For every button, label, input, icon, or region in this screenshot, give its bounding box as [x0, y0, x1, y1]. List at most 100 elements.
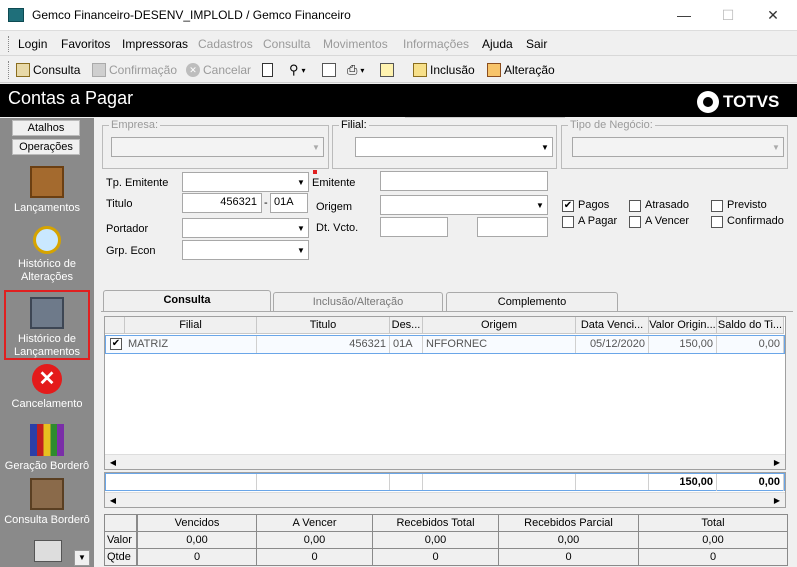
sidebar: Atalhos Operações Lançamentos Histórico …: [0, 118, 94, 567]
cancelar-label: Cancelar: [203, 63, 252, 77]
origem-select[interactable]: ▼: [380, 195, 548, 215]
cell-filial: MATRIZ: [125, 336, 257, 353]
scroll-right-icon[interactable]: ▶: [770, 456, 784, 469]
summary-qtde-total: 0: [638, 548, 788, 566]
chevron-down-icon: ▼: [536, 200, 544, 210]
new-document-button[interactable]: [262, 61, 273, 79]
summary-qtde-vencidos: 0: [137, 548, 257, 566]
minimize-button[interactable]: —: [670, 5, 698, 25]
col-valor-original[interactable]: Valor Origin...: [649, 317, 717, 334]
table-row[interactable]: ✔ MATRIZ 456321 01A NFFORNEC 05/12/2020 …: [105, 335, 785, 354]
summary-header-vencidos: Vencidos: [137, 514, 257, 532]
scroll-left-icon[interactable]: ◀: [106, 494, 120, 507]
scroll-left-icon[interactable]: ◀: [106, 456, 120, 469]
empresa-select[interactable]: ▼: [111, 137, 324, 157]
print-preview-button[interactable]: [380, 61, 394, 79]
totals-grid: 150,00 0,00 ◀ ▶: [104, 472, 786, 508]
tp-emitente-select[interactable]: ▼: [182, 172, 309, 192]
copy-button[interactable]: [322, 61, 336, 79]
titulo-suffix-input[interactable]: 01A: [270, 193, 308, 213]
find-button[interactable]: ⚲ ▾: [289, 61, 306, 79]
sidebar-item-cancelamento[interactable]: ✕ Cancelamento: [3, 364, 91, 411]
sidebar-scroll-down-button[interactable]: ▼: [74, 550, 90, 566]
alteracao-button[interactable]: Alteração: [487, 61, 555, 79]
col-des[interactable]: Des...: [390, 317, 423, 334]
cell-des: 01A: [390, 336, 423, 353]
consulta-label: Consulta: [33, 63, 81, 77]
sidebar-item-consulta-bordero[interactable]: Consulta Borderô: [3, 478, 91, 527]
summary-table: Vencidos A Vencer Recebidos Total Recebi…: [104, 514, 788, 566]
col-filial[interactable]: Filial: [125, 317, 257, 334]
menu-sair[interactable]: Sair: [526, 37, 547, 51]
calculator-icon: [34, 540, 62, 562]
tab-atalhos[interactable]: Atalhos: [12, 120, 80, 136]
grp-econ-label: Grp. Econ: [106, 245, 156, 257]
col-titulo[interactable]: Titulo: [257, 317, 390, 334]
cell-valor-original: 150,00: [649, 336, 717, 353]
col-data-vencimento[interactable]: Data Venci...: [576, 317, 649, 334]
summary-qtde-recebidos-total: 0: [372, 548, 499, 566]
grid-horizontal-scrollbar[interactable]: ◀ ▶: [105, 454, 785, 469]
menu-informacoes[interactable]: Informações: [403, 37, 469, 51]
menu-impressoras[interactable]: Impressoras: [122, 37, 188, 51]
menu-favoritos[interactable]: Favoritos: [61, 37, 110, 51]
dt-vcto-from-input[interactable]: [380, 217, 448, 237]
titulo-separator: -: [264, 197, 268, 209]
summary-valor-recebidos-parcial: 0,00: [498, 531, 639, 549]
maximize-button[interactable]: ☐: [714, 5, 742, 25]
totals-horizontal-scrollbar[interactable]: ◀ ▶: [105, 492, 785, 507]
a-vencer-label: A Vencer: [645, 215, 690, 227]
atrasado-checkbox[interactable]: [629, 200, 641, 212]
tab-complemento[interactable]: Complemento: [446, 292, 618, 312]
printer-icon: ⎙: [347, 62, 358, 77]
results-grid: Filial Titulo Des... Origem Data Venci..…: [104, 316, 786, 470]
close-button[interactable]: ✕: [759, 5, 787, 25]
consulta-button[interactable]: Consulta: [16, 61, 80, 79]
tp-emitente-label: Tp. Emitente: [106, 177, 169, 189]
previsto-checkbox[interactable]: [711, 200, 723, 212]
required-marker: [313, 170, 317, 174]
filial-label: Filial:: [339, 119, 369, 131]
save-icon: [92, 63, 106, 77]
grp-econ-select[interactable]: ▼: [182, 240, 309, 260]
sidebar-item-geracao-bordero[interactable]: Geração Borderô: [3, 424, 91, 473]
sidebar-item-historico-lancamentos[interactable]: Histórico de Lançamentos: [4, 290, 90, 360]
menu-cadastros[interactable]: Cadastros: [198, 37, 253, 51]
books-icon: [30, 424, 64, 456]
empresa-label: Empresa:: [109, 119, 161, 131]
confirmacao-label: Confirmação: [109, 63, 178, 77]
col-origem[interactable]: Origem: [423, 317, 576, 334]
pagos-checkbox[interactable]: ✔: [562, 200, 574, 212]
atrasado-label: Atrasado: [645, 199, 690, 211]
sidebar-item-historico-alteracoes[interactable]: Histórico de Alterações: [3, 226, 91, 284]
emitente-input[interactable]: [380, 171, 548, 191]
tipo-negocio-select[interactable]: ▼: [572, 137, 784, 157]
summary-qtde-recebidos-parcial: 0: [498, 548, 639, 566]
dt-vcto-to-input[interactable]: [477, 217, 548, 237]
row-checkbox[interactable]: ✔: [110, 338, 122, 350]
menu-consulta[interactable]: Consulta: [263, 37, 310, 51]
confirmacao-button[interactable]: Confirmação: [92, 61, 177, 79]
preview-icon: [380, 63, 394, 77]
tab-inclusao-alteracao[interactable]: Inclusão/Alteração: [273, 292, 443, 312]
a-vencer-checkbox[interactable]: [629, 216, 641, 228]
menu-movimentos[interactable]: Movimentos: [323, 37, 388, 51]
print-button[interactable]: ⎙ ▾: [347, 61, 364, 79]
col-saldo[interactable]: Saldo do Ti...: [717, 317, 784, 334]
tab-consulta[interactable]: Consulta: [103, 290, 271, 312]
titulo-input[interactable]: 456321: [182, 193, 262, 213]
scroll-right-icon[interactable]: ▶: [770, 494, 784, 507]
menu-login[interactable]: Login: [18, 37, 47, 51]
menu-ajuda[interactable]: Ajuda: [482, 37, 513, 51]
app-icon: [8, 8, 24, 22]
cancelar-button[interactable]: ✕ Cancelar: [186, 61, 251, 79]
new-document-icon: [262, 63, 273, 77]
summary-header-a-vencer: A Vencer: [256, 514, 373, 532]
confirmado-checkbox[interactable]: [711, 216, 723, 228]
portador-select[interactable]: ▼: [182, 218, 309, 238]
tab-operacoes[interactable]: Operações: [12, 139, 80, 155]
sidebar-item-lancamentos[interactable]: Lançamentos: [3, 166, 91, 215]
a-pagar-checkbox[interactable]: [562, 216, 574, 228]
inclusao-button[interactable]: Inclusão: [413, 61, 475, 79]
filial-select[interactable]: ▼: [355, 137, 553, 157]
